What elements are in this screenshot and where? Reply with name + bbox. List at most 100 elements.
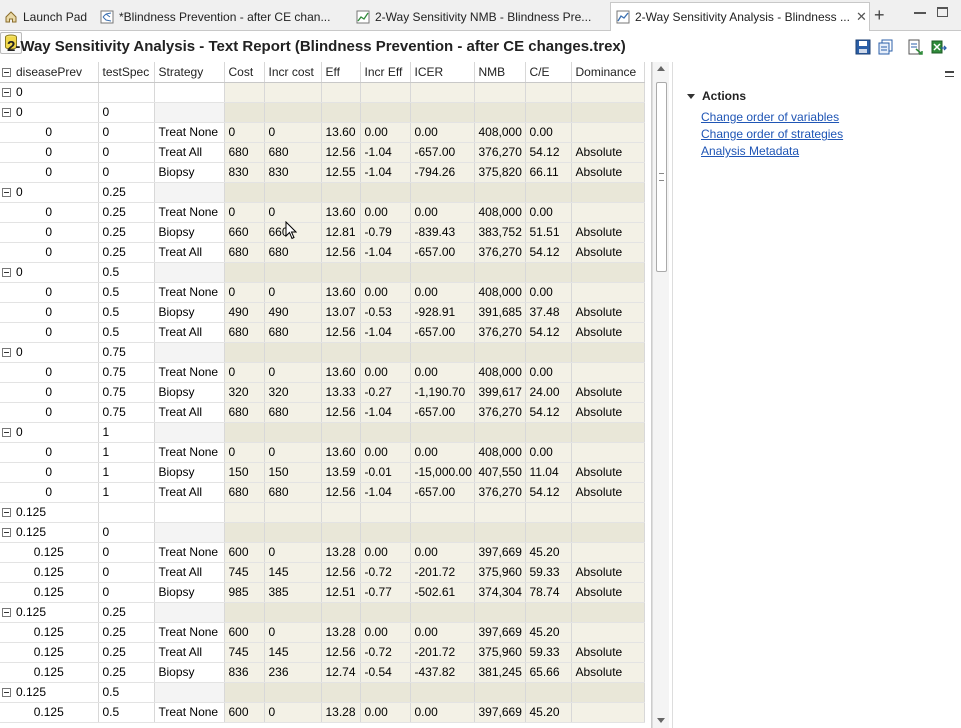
cell-text: Treat All [158,485,203,499]
table-row[interactable]: 0 0.5 Biopsy 490 490 13.07 -0.53 -928.91 391,685… [0,302,645,323]
table-cell: 12.56 [321,242,361,263]
collapse-icon[interactable] [2,508,11,517]
collapse-icon[interactable] [2,348,11,357]
table-group-row[interactable]: 0 [0,82,645,103]
table-cell: 0.00 [410,122,475,143]
cell-text: Treat All [158,245,203,259]
cell-text: 0.125 [16,605,47,619]
table-row[interactable]: 0 0.25 Biopsy 660 660 12.81 -0.79 -839.43 383,75… [0,222,645,243]
cell-text: Treat All [158,325,203,339]
save-icon [855,39,871,58]
table-row[interactable]: 0 0.25 Treat All 680 680 12.56 -1.04 -657.00 376… [0,242,645,263]
minimize-panel-icon[interactable] [945,71,954,77]
table-cell [224,422,265,443]
tab-launch-pad[interactable]: Launch Pad [4,3,96,30]
column-header[interactable]: Incr cost [264,62,322,83]
table-row[interactable]: 0 0.75 Treat All 680 680 12.56 -1.04 -657.00 376… [0,402,645,423]
scrollbar-thumb[interactable] [656,82,667,272]
table-row[interactable]: 0 0 Biopsy 830 830 12.55 -1.04 -794.26 375,820 66… [0,162,645,183]
actions-section-header[interactable]: Actions [687,89,746,103]
table-row[interactable]: 0 1 Treat All 680 680 12.56 -1.04 -657.00 376,27… [0,482,645,503]
table-group-row[interactable]: 0 0.75 [0,342,645,363]
table-row[interactable]: 0.125 0.5 Treat None 600 0 13.28 0.00 0.00 397,6… [0,702,645,723]
table-row[interactable]: 0.125 0.25 Biopsy 836 236 12.74 -0.54 -437.82 38… [0,662,645,683]
cell-text: 385 [268,585,289,599]
change-order-variables-link[interactable]: Change order of variables [701,110,839,124]
table-row[interactable]: 0.125 0 Biopsy 985 385 12.51 -0.77 -502.61 374,3… [0,582,645,603]
column-header[interactable]: Cost [224,62,265,83]
column-header[interactable]: Incr Eff [360,62,411,83]
table-group-row[interactable]: 0 0.5 [0,262,645,283]
table-group-row[interactable]: 01 [0,422,645,443]
cell-text: Absolute [575,245,623,259]
table-group-row[interactable]: 0.125 [0,502,645,523]
save-button[interactable] [855,39,873,57]
table-row[interactable]: 0 0 Treat All 680 680 12.56 -1.04 -657.00 376,27… [0,142,645,163]
cell-text: Treat None [158,625,219,639]
collapse-icon[interactable] [2,428,11,437]
tab-model[interactable]: *Blindness Prevention - after CE chan... [100,3,352,30]
table-group-row[interactable]: 0.125 0.25 [0,602,645,623]
collapse-icon[interactable] [2,608,11,617]
scroll-up-icon[interactable] [657,66,665,71]
table-cell: -1.04 [360,162,411,183]
collapse-icon[interactable] [2,528,11,537]
table-cell: 13.28 [321,702,361,723]
maximize-icon[interactable] [937,7,948,17]
table-group-row[interactable]: 0.125 0 [0,522,645,543]
cell-text: 0 [45,225,53,239]
table-row[interactable]: 0.125 0 Treat All 745 145 12.56 -0.72 -201.72 37… [0,562,645,583]
table-group-row[interactable]: 0 0.25 [0,182,645,203]
column-header[interactable]: diseasePrev [0,62,99,83]
column-header[interactable]: NMB [474,62,526,83]
export-excel-button[interactable] [931,39,949,57]
column-header[interactable]: Eff [321,62,361,83]
table-row[interactable]: 0 0.25 Treat None 0 0 13.60 0.00 0.00 408,000 0.0… [0,202,645,223]
analysis-metadata-link[interactable]: Analysis Metadata [701,144,799,158]
table-row[interactable]: 0 0.75 Biopsy 320 320 13.33 -0.27 -1,190.70 399,… [0,382,645,403]
cell-text: 830 [228,165,249,179]
table-cell: 0 [0,262,99,283]
cell-text: 0 [102,145,110,159]
copy-button[interactable] [878,39,896,57]
cell-text: 145 [268,565,289,579]
table-row[interactable]: 0.125 0 Treat None 600 0 13.28 0.00 0.00 397,669… [0,542,645,563]
collapse-triangle-icon[interactable] [687,93,695,99]
column-header[interactable]: Dominance [571,62,645,83]
table-row[interactable]: 0 1 Biopsy 150 150 13.59 -0.01 -15,000.00 407,55… [0,462,645,483]
table-vertical-scrollbar[interactable] [652,62,669,728]
scroll-down-icon[interactable] [657,718,665,723]
column-header[interactable]: Strategy [154,62,225,83]
table-row[interactable]: 0 1 Treat None 0 0 13.60 0.00 0.00 408,000 0.00 [0,442,645,463]
column-header[interactable]: C/E [525,62,572,83]
cell-text: 0.00 [529,445,553,459]
table-row[interactable]: 0 0.5 Treat None 0 0 13.60 0.00 0.00 408,000 0.00 [0,282,645,303]
export-button[interactable] [908,39,926,57]
collapse-icon[interactable] [2,688,11,697]
column-header[interactable]: ICER [410,62,475,83]
table-cell [360,522,411,543]
change-order-strategies-link[interactable]: Change order of strategies [701,127,843,141]
column-header[interactable]: testSpec [98,62,155,83]
collapse-all-icon[interactable] [2,67,11,77]
table-row[interactable]: 0.125 0.25 Treat All 745 145 12.56 -0.72 -201.7… [0,642,645,663]
table-cell: 0.75 [98,382,155,403]
cell-text: 0 [102,125,110,139]
tab-sensitivity-report[interactable]: 2-Way Sensitivity Analysis - Blindness .… [610,2,870,31]
collapse-icon[interactable] [2,188,11,197]
table-cell [264,342,322,363]
collapse-icon[interactable] [2,268,11,277]
collapse-icon[interactable] [2,108,11,117]
cell-text: 397,669 [478,625,522,639]
table-group-row[interactable]: 0.125 0.5 [0,682,645,703]
new-tab-icon[interactable]: + [874,5,885,26]
collapse-icon[interactable] [2,88,11,97]
tab-sensitivity-nmb[interactable]: 2-Way Sensitivity NMB - Blindness Pre... [356,3,608,30]
table-row[interactable]: 0.125 0.25 Treat None 600 0 13.28 0.00 0.00 397,… [0,622,645,643]
table-row[interactable]: 0 0 Treat None 0 0 13.60 0.00 0.00 408,000 0.00 [0,122,645,143]
minimize-icon[interactable] [914,4,926,14]
table-row[interactable]: 0 0.5 Treat All 680 680 12.56 -1.04 -657.00 376,… [0,322,645,343]
close-icon[interactable]: ✕ [856,9,867,25]
table-row[interactable]: 0 0.75 Treat None 0 0 13.60 0.00 0.00 408,000 0.0… [0,362,645,383]
table-group-row[interactable]: 00 [0,102,645,123]
